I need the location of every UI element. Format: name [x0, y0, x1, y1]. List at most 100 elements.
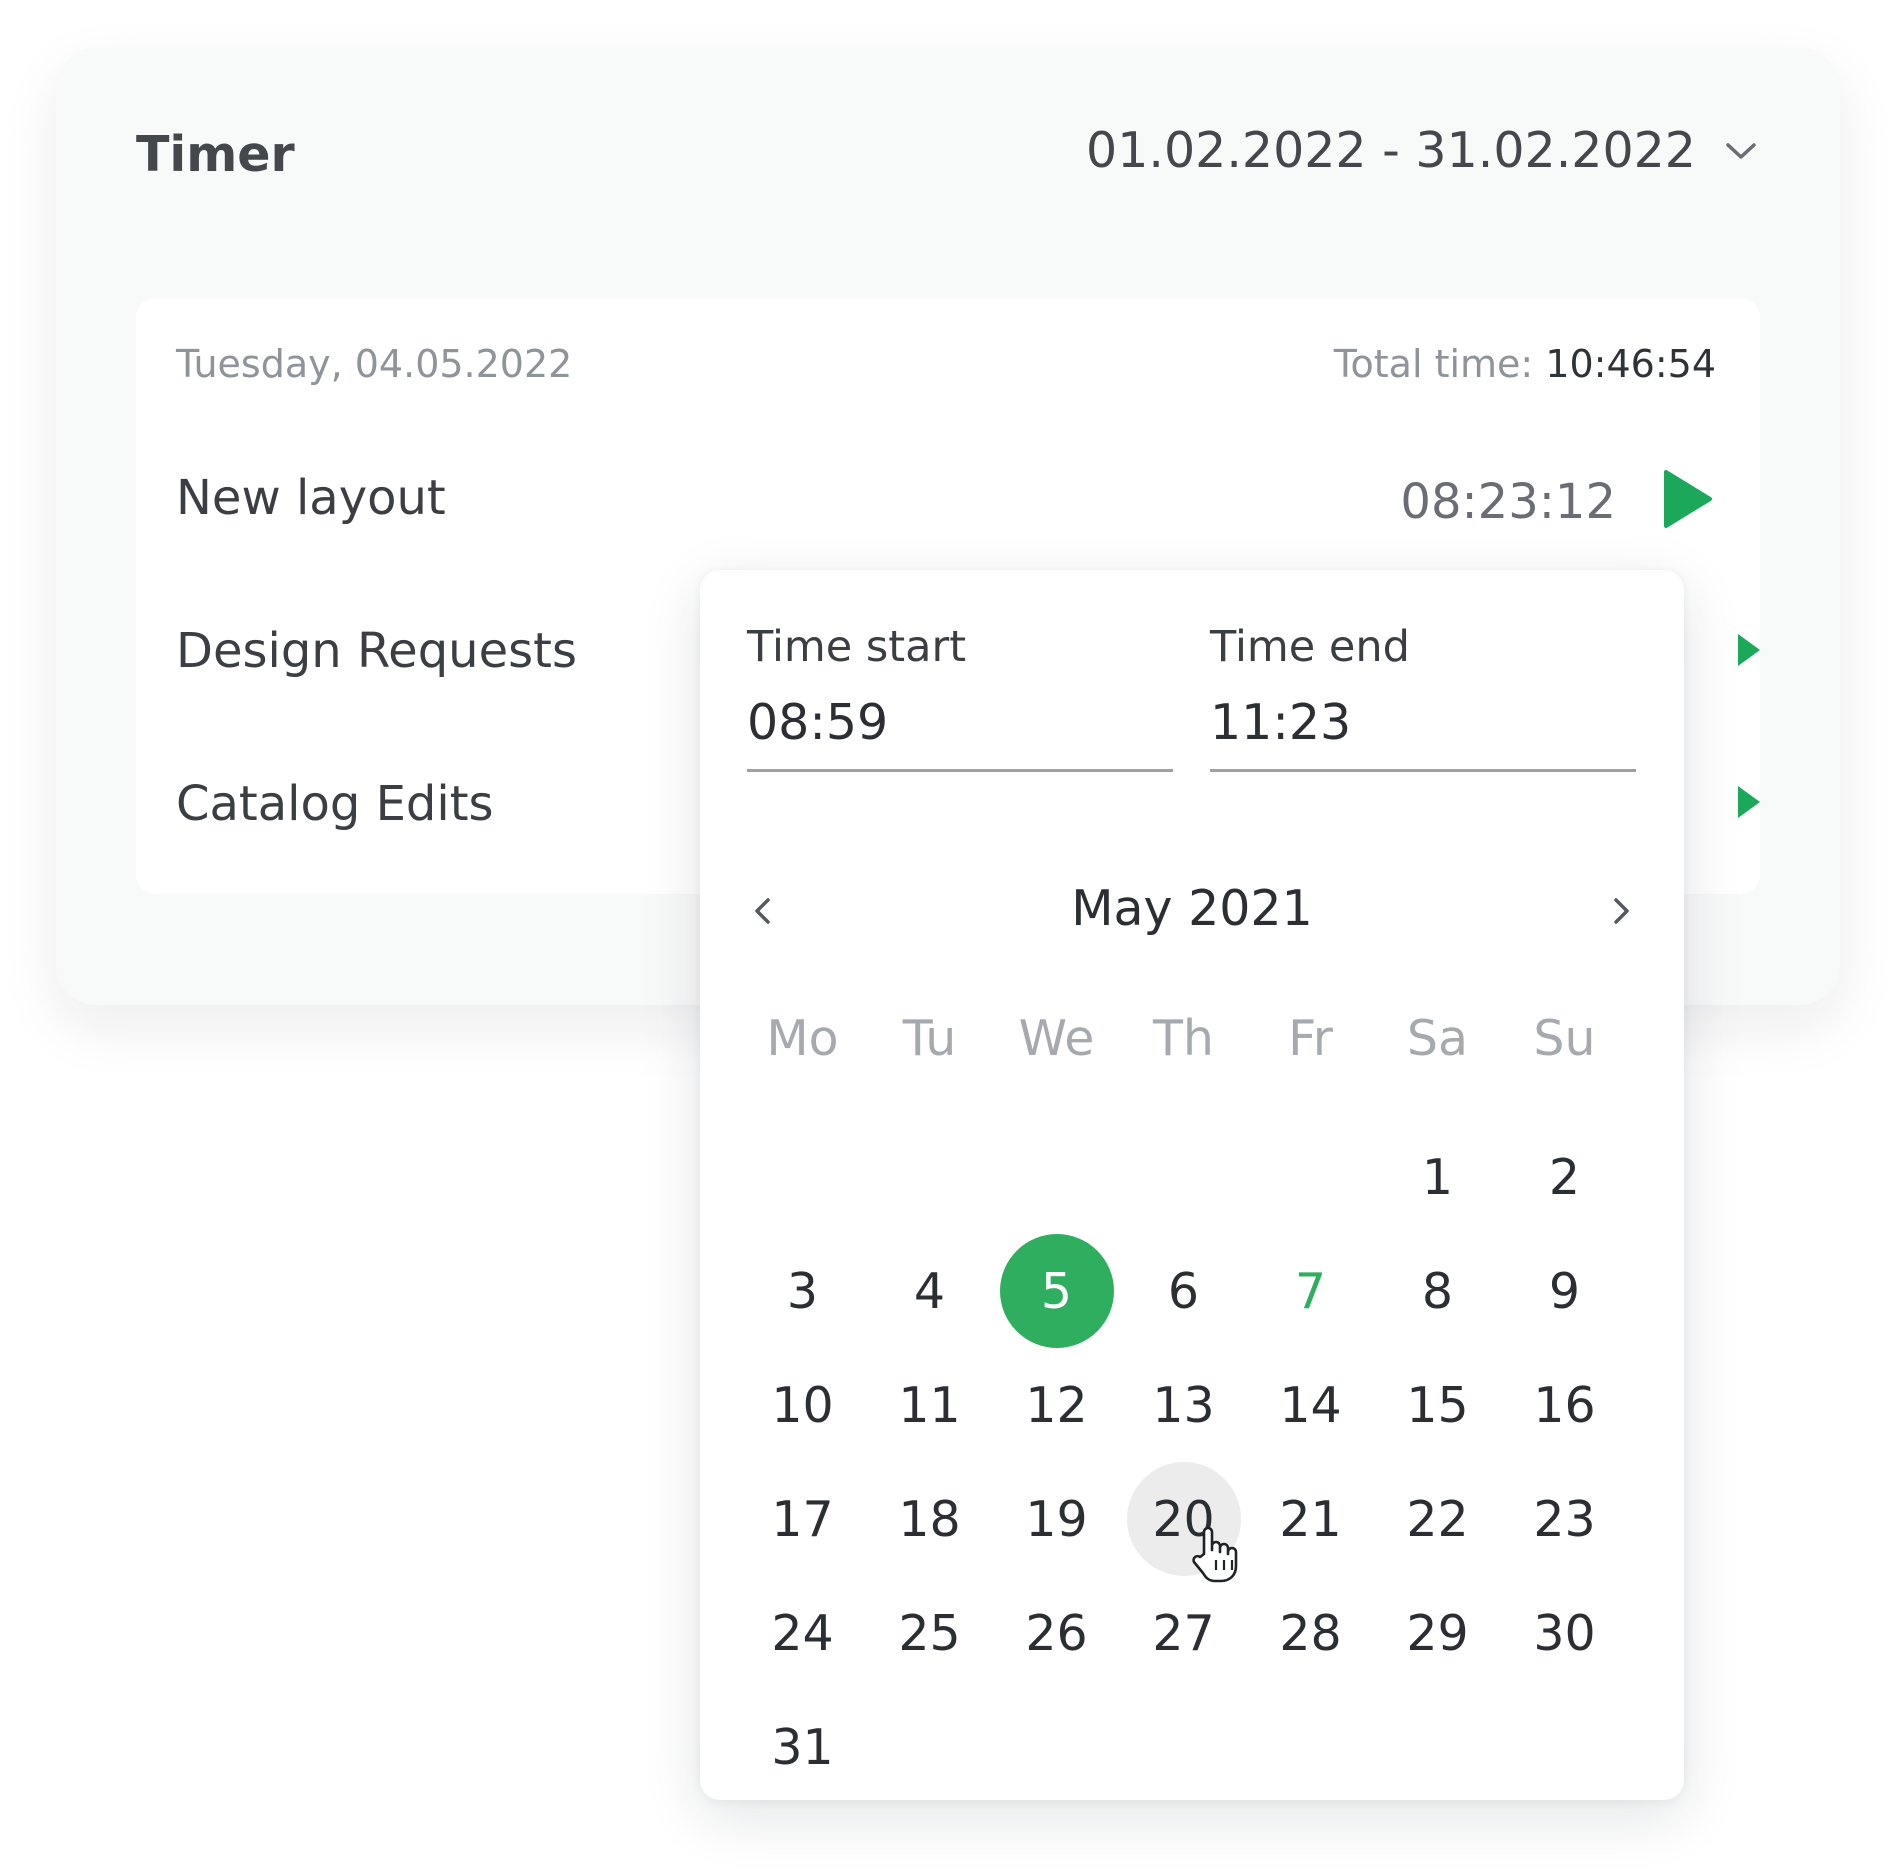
- day-number: 16: [1533, 1376, 1596, 1434]
- day-number: 1: [1421, 1148, 1454, 1206]
- day-cell[interactable]: 17: [739, 1462, 866, 1576]
- day-number: 28: [1279, 1604, 1342, 1662]
- day-cell[interactable]: 14: [1247, 1348, 1374, 1462]
- day-cell[interactable]: 5: [993, 1234, 1120, 1348]
- weekday-label: Sa: [1406, 1010, 1469, 1067]
- play-icon[interactable]: [1662, 468, 1714, 530]
- time-end-field: Time end: [1210, 622, 1636, 772]
- day-cell[interactable]: 24: [739, 1576, 866, 1690]
- time-start-label: Time start: [747, 622, 967, 672]
- day-number: 7: [1294, 1262, 1327, 1320]
- date-time-picker-popup: Time start Time end May 2021 Mo Tu We Th Fr S…: [700, 570, 1684, 1800]
- day-number: 8: [1421, 1262, 1454, 1320]
- total-time: Total time: 10:46:54: [1334, 342, 1716, 386]
- day-number: 31: [771, 1718, 834, 1776]
- empty-day-cell: [1120, 1120, 1247, 1234]
- month-title: May 2021: [1071, 880, 1313, 937]
- weekday-label: Mo: [766, 1010, 839, 1067]
- entry-name-catalog-edits: Catalog Edits: [176, 776, 494, 832]
- day-number: 17: [771, 1490, 834, 1548]
- day-cell[interactable]: 29: [1374, 1576, 1501, 1690]
- next-month-button[interactable]: [1598, 888, 1644, 934]
- day-cell[interactable]: 1: [1374, 1120, 1501, 1234]
- day-number: 21: [1279, 1490, 1342, 1548]
- day-cell[interactable]: 26: [993, 1576, 1120, 1690]
- day-number: 3: [786, 1262, 819, 1320]
- day-cell[interactable]: 18: [866, 1462, 993, 1576]
- day-cell[interactable]: 31: [739, 1690, 866, 1804]
- day-cell[interactable]: 28: [1247, 1576, 1374, 1690]
- empty-day-cell: [993, 1120, 1120, 1234]
- weekday-header-row: Mo Tu We Th Fr Sa Su: [739, 1010, 1630, 1067]
- day-number: 23: [1533, 1490, 1596, 1548]
- calendar-days-grid: 1 2 3 4 5 6 7 8 9 10 11 12 13 14 15 16 17 18 19 20 21 22 23 24 2…: [739, 1120, 1630, 1804]
- entry-name-new-layout: New layout: [176, 470, 446, 526]
- day-cell[interactable]: 15: [1374, 1348, 1501, 1462]
- day-number: 14: [1279, 1376, 1342, 1434]
- calendar-header: May 2021: [700, 870, 1684, 950]
- day-cell[interactable]: 21: [1247, 1462, 1374, 1576]
- empty-day-cell: [739, 1120, 866, 1234]
- day-cell[interactable]: 12: [993, 1348, 1120, 1462]
- day-cell[interactable]: 27: [1120, 1576, 1247, 1690]
- time-end-label: Time end: [1210, 622, 1410, 672]
- day-cell[interactable]: 3: [739, 1234, 866, 1348]
- chevron-down-icon: [1726, 142, 1756, 159]
- hand-cursor-icon: [1192, 1526, 1238, 1583]
- day-number: 25: [898, 1604, 961, 1662]
- day-number: 9: [1548, 1262, 1581, 1320]
- day-number: 13: [1152, 1376, 1215, 1434]
- empty-day-cell: [866, 1120, 993, 1234]
- weekday-label: Su: [1533, 1010, 1596, 1067]
- total-time-label: Total time:: [1333, 342, 1534, 386]
- day-cell[interactable]: 4: [866, 1234, 993, 1348]
- weekday-label: Tu: [902, 1010, 957, 1067]
- day-number: 24: [771, 1604, 834, 1662]
- day-cell[interactable]: 2: [1501, 1120, 1628, 1234]
- day-number: 6: [1167, 1262, 1200, 1320]
- day-number: 18: [898, 1490, 961, 1548]
- day-cell[interactable]: 30: [1501, 1576, 1628, 1690]
- total-time-value: 10:46:54: [1545, 342, 1716, 386]
- day-number: 22: [1406, 1490, 1469, 1548]
- weekday-label: Fr: [1288, 1010, 1333, 1067]
- weekday-label: We: [1018, 1010, 1095, 1067]
- day-cell[interactable]: 7: [1247, 1234, 1374, 1348]
- play-icon[interactable]: [1736, 632, 1762, 668]
- day-date: Tuesday, 04.05.2022: [176, 342, 573, 386]
- timer-title: Timer: [136, 126, 295, 183]
- day-number: 15: [1406, 1376, 1469, 1434]
- weekday-label: Th: [1153, 1010, 1214, 1067]
- day-number: 12: [1025, 1376, 1088, 1434]
- day-number: 26: [1025, 1604, 1088, 1662]
- time-start-input[interactable]: [747, 694, 1173, 772]
- day-cell[interactable]: 11: [866, 1348, 993, 1462]
- empty-day-cell: [1247, 1120, 1374, 1234]
- date-range-text: 01.02.2022 - 31.02.2022: [1086, 122, 1696, 179]
- day-cell[interactable]: 10: [739, 1348, 866, 1462]
- entry-name-design-requests: Design Requests: [176, 623, 577, 679]
- day-cell[interactable]: 22: [1374, 1462, 1501, 1576]
- day-number: 11: [898, 1376, 961, 1434]
- chevron-right-icon: [1614, 898, 1629, 924]
- day-cell[interactable]: 6: [1120, 1234, 1247, 1348]
- day-number: 29: [1406, 1604, 1469, 1662]
- date-range-selector[interactable]: 01.02.2022 - 31.02.2022: [1086, 122, 1758, 179]
- day-number: 27: [1152, 1604, 1215, 1662]
- day-number: 5: [999, 1234, 1114, 1348]
- time-end-input[interactable]: [1210, 694, 1636, 772]
- day-number: 10: [771, 1376, 834, 1434]
- day-number: 19: [1025, 1490, 1088, 1548]
- day-cell[interactable]: 9: [1501, 1234, 1628, 1348]
- day-cell[interactable]: 13: [1120, 1348, 1247, 1462]
- play-icon[interactable]: [1736, 784, 1762, 820]
- day-cell[interactable]: 8: [1374, 1234, 1501, 1348]
- day-cell[interactable]: 19: [993, 1462, 1120, 1576]
- day-number: 30: [1533, 1604, 1596, 1662]
- day-cell[interactable]: 25: [866, 1576, 993, 1690]
- day-cell[interactable]: 23: [1501, 1462, 1628, 1576]
- day-cell[interactable]: 16: [1501, 1348, 1628, 1462]
- day-number: 2: [1548, 1148, 1581, 1206]
- time-start-field: Time start: [747, 622, 1173, 772]
- entry-duration-new-layout: 08:23:12: [1400, 474, 1616, 530]
